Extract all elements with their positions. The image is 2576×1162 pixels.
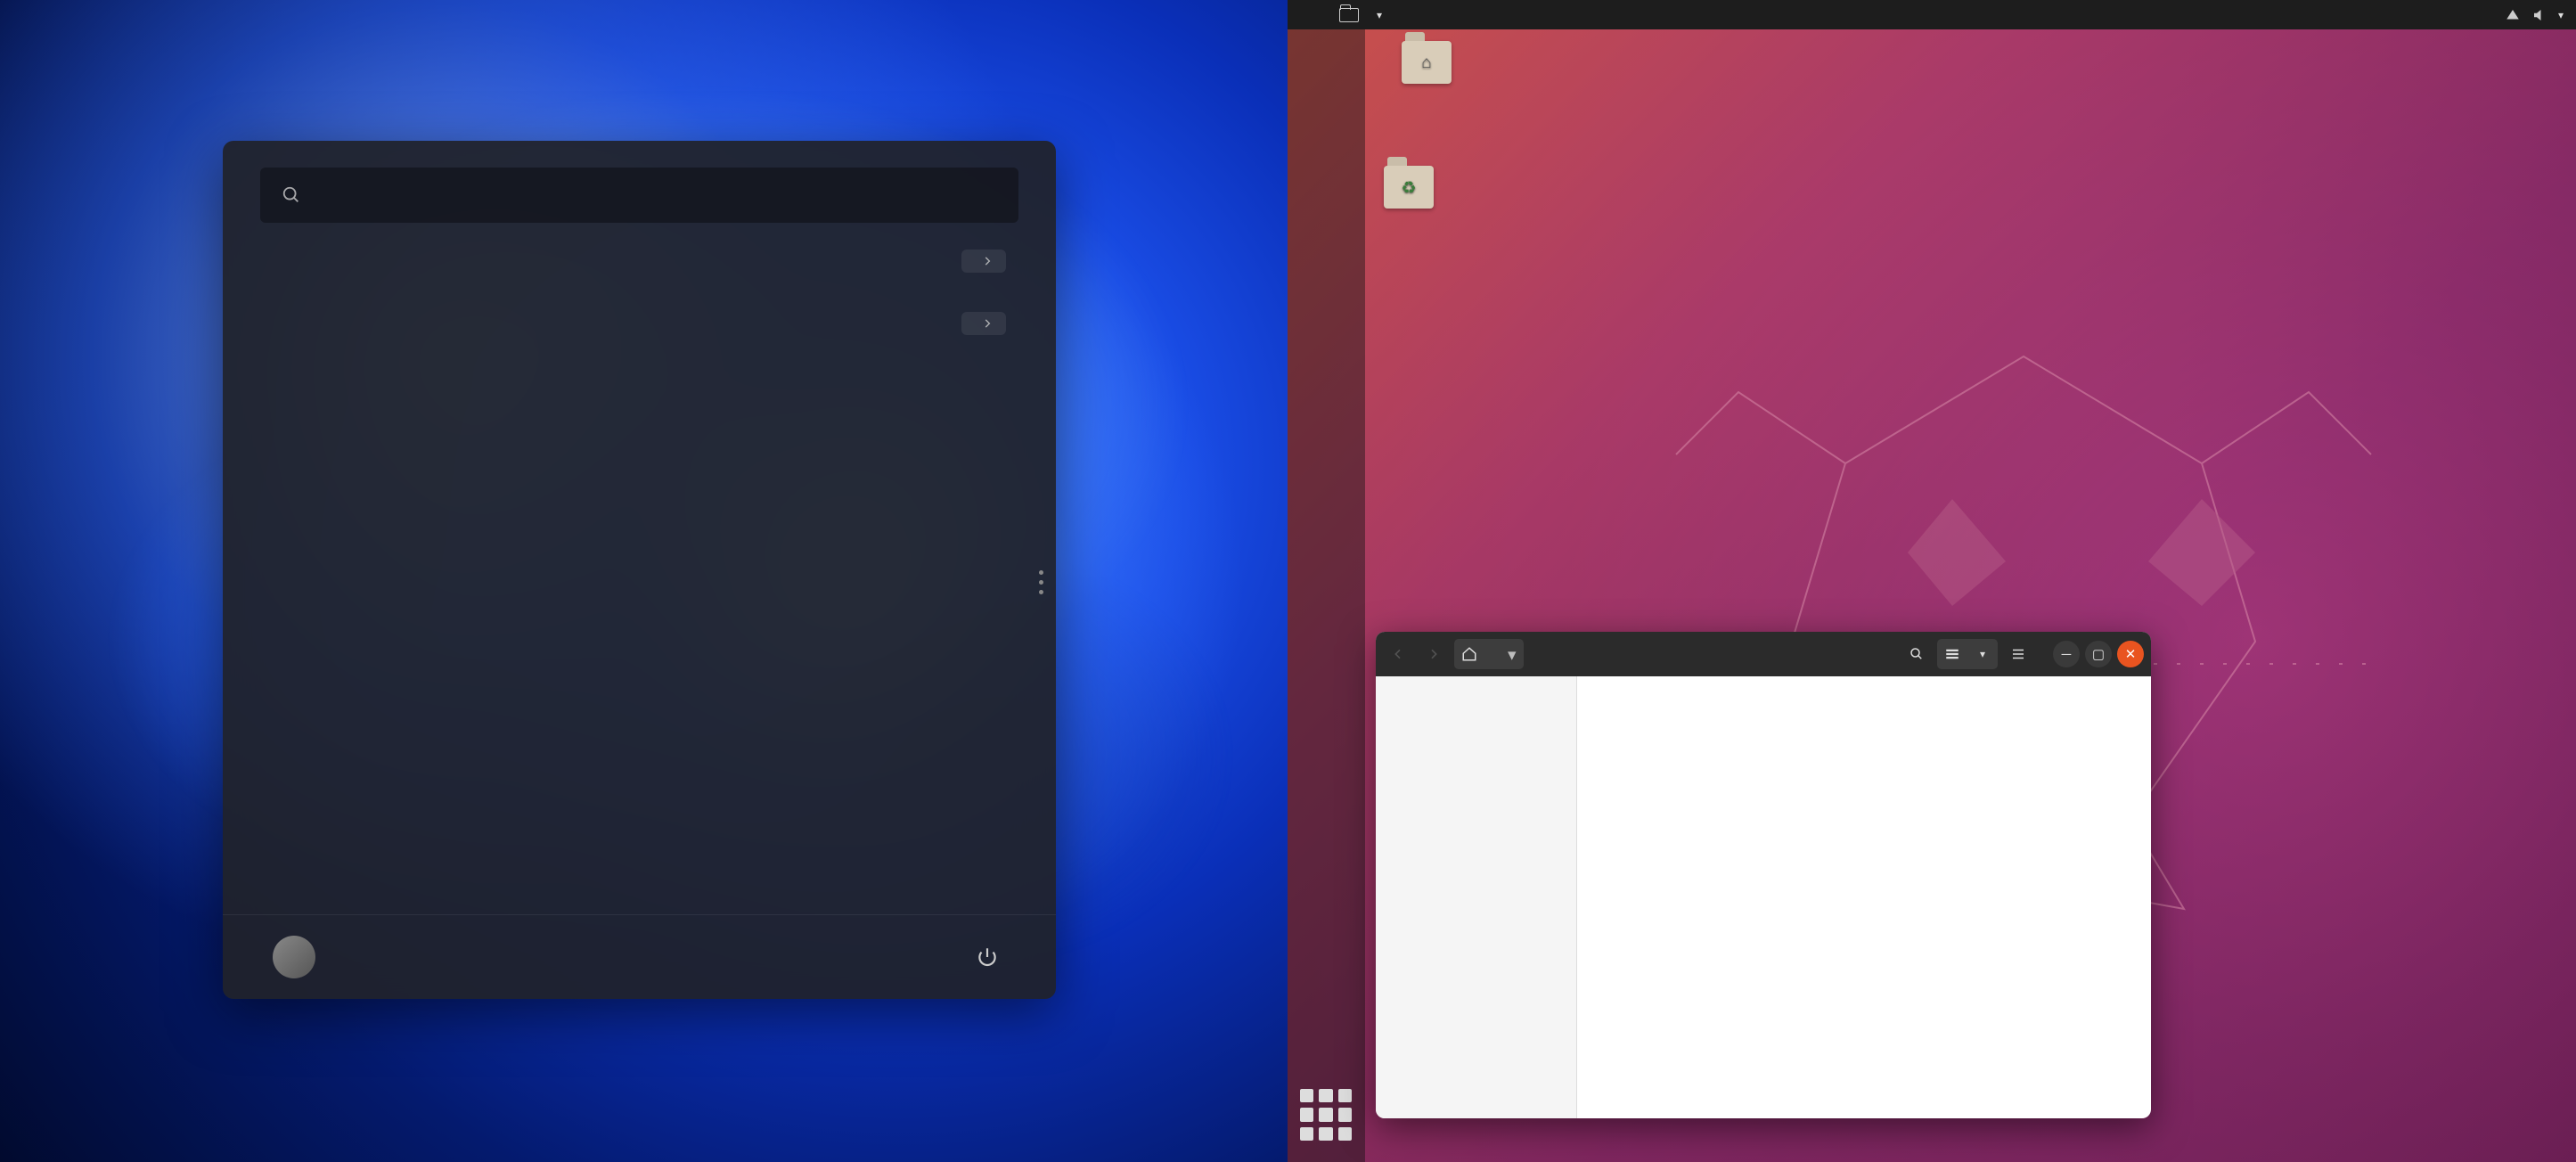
volume-icon xyxy=(2531,7,2547,23)
pinned-grid xyxy=(223,278,1056,285)
recommended-header-row xyxy=(223,301,1056,340)
app-menu-files[interactable]: ▾ xyxy=(1339,8,1382,22)
pinned-header-row xyxy=(223,239,1056,278)
home-icon xyxy=(1461,646,1477,662)
view-switcher: ▾ xyxy=(1937,639,1998,669)
ubuntu-desktop: ▾ ▾ ⌂ ♻ ▾ xyxy=(1288,0,2576,1162)
search-button[interactable] xyxy=(1901,639,1932,669)
view-options-button[interactable]: ▾ xyxy=(1967,639,1998,669)
path-bar[interactable]: ▾ xyxy=(1454,639,1524,669)
close-button[interactable]: ✕ xyxy=(2117,641,2144,667)
chevron-down-icon: ▾ xyxy=(1377,9,1382,21)
network-icon xyxy=(2505,7,2521,23)
start-menu xyxy=(223,141,1056,999)
top-bar: ▾ ▾ xyxy=(1288,0,2576,29)
power-button[interactable] xyxy=(969,938,1006,976)
files-window: ▾ ▾ ─ ▢ ✕ xyxy=(1376,632,2151,1118)
files-headerbar: ▾ ▾ ─ ▢ ✕ xyxy=(1376,632,2151,676)
start-footer xyxy=(223,914,1056,999)
minimize-button[interactable]: ─ xyxy=(2053,641,2080,667)
power-icon xyxy=(976,945,999,969)
search-icon xyxy=(1909,646,1925,662)
chevron-right-icon xyxy=(981,317,994,330)
user-account-button[interactable] xyxy=(273,936,331,978)
windows-desktop xyxy=(0,0,1288,1162)
chevron-down-icon: ▾ xyxy=(1508,644,1517,665)
folder-icon: ⌂ xyxy=(1402,41,1452,84)
folder-icon xyxy=(1339,8,1359,22)
trash-icon: ♻ xyxy=(1384,166,1434,209)
avatar xyxy=(273,936,315,978)
back-button[interactable] xyxy=(1383,639,1413,669)
more-button[interactable] xyxy=(961,312,1006,335)
chevron-down-icon: ▾ xyxy=(2558,9,2564,21)
forward-button[interactable] xyxy=(1419,639,1449,669)
show-applications-button[interactable] xyxy=(1300,1089,1352,1141)
desktop-icon-trash[interactable]: ♻ xyxy=(1384,166,1434,214)
maximize-button[interactable]: ▢ xyxy=(2085,641,2112,667)
recommended-list xyxy=(223,340,1056,348)
list-view-button[interactable] xyxy=(1937,639,1967,669)
files-sidebar xyxy=(1376,676,1577,1118)
all-apps-button[interactable] xyxy=(961,250,1006,273)
files-content xyxy=(1577,676,2151,1118)
system-tray[interactable]: ▾ xyxy=(2505,7,2564,23)
hamburger-menu-button[interactable] xyxy=(2003,639,2033,669)
dock xyxy=(1288,29,1365,1162)
chevron-right-icon xyxy=(981,255,994,267)
page-dots[interactable] xyxy=(1039,570,1043,594)
search-input[interactable] xyxy=(260,168,1018,223)
taskbar xyxy=(0,1100,1288,1162)
desktop-icon-home[interactable]: ⌂ xyxy=(1402,41,1452,89)
search-icon xyxy=(282,185,301,205)
